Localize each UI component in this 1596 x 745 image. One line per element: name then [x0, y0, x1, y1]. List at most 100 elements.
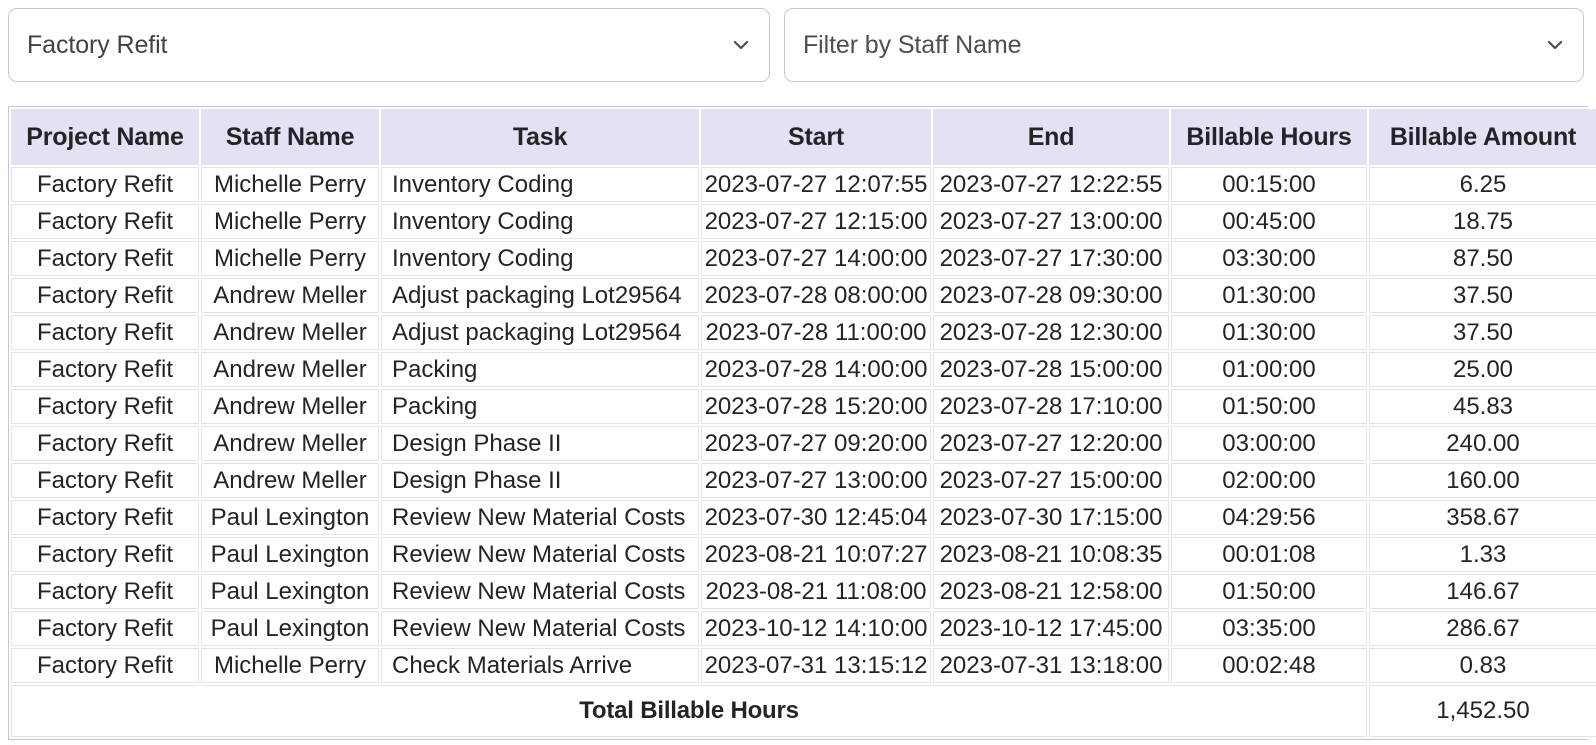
cell-billable-amount: 37.50 — [1369, 278, 1596, 313]
table-body: Factory Refit Michelle Perry Inventory Cod… — [11, 167, 1596, 683]
cell-start: 2023-07-28 15:20:00 — [701, 389, 931, 424]
column-header-start[interactable]: Start — [701, 109, 931, 165]
cell-task: Adjust packaging Lot29564 — [381, 315, 699, 350]
cell-task: Packing — [381, 389, 699, 424]
table-row[interactable]: Factory Refit Michelle Perry Inventory Cod… — [11, 241, 1596, 276]
cell-task: Check Materials Arrive — [381, 648, 699, 683]
column-header-billable-amount[interactable]: Billable Amount — [1369, 109, 1596, 165]
cell-start: 2023-07-28 14:00:00 — [701, 352, 931, 387]
staff-select-wrapper: Filter by Staff Name — [784, 8, 1584, 82]
column-header-end[interactable]: End — [933, 109, 1169, 165]
column-header-billable-hours[interactable]: Billable Hours — [1171, 109, 1367, 165]
cell-end: 2023-07-28 09:30:00 — [933, 278, 1169, 313]
cell-billable-hours: 01:00:00 — [1171, 352, 1367, 387]
cell-billable-amount: 45.83 — [1369, 389, 1596, 424]
table-row[interactable]: Factory Refit Andrew Meller Packing 2023-07… — [11, 389, 1596, 424]
staff-filter-select[interactable]: Filter by Staff Name — [784, 8, 1584, 82]
cell-task: Design Phase II — [381, 426, 699, 461]
table-header: Project Name Staff Name Task Start End B… — [11, 109, 1596, 165]
table-header-row: Project Name Staff Name Task Start End B… — [11, 109, 1596, 165]
cell-billable-amount: 358.67 — [1369, 500, 1596, 535]
cell-staff-name: Michelle Perry — [201, 167, 379, 202]
cell-task: Packing — [381, 352, 699, 387]
cell-end: 2023-07-27 12:22:55 — [933, 167, 1169, 202]
table-row[interactable]: Factory Refit Michelle Perry Inventory Cod… — [11, 204, 1596, 239]
cell-start: 2023-07-30 12:45:04 — [701, 500, 931, 535]
cell-billable-hours: 00:02:48 — [1171, 648, 1367, 683]
cell-project-name: Factory Refit — [11, 241, 199, 276]
cell-task: Inventory Coding — [381, 167, 699, 202]
cell-project-name: Factory Refit — [11, 500, 199, 535]
table-row[interactable]: Factory Refit Michelle Perry Inventory Cod… — [11, 167, 1596, 202]
cell-billable-hours: 00:45:00 — [1171, 204, 1367, 239]
table-row[interactable]: Factory Refit Andrew Meller Design Phase I… — [11, 463, 1596, 498]
table-footer: Total Billable Hours 1,452.50 — [11, 685, 1596, 737]
cell-task: Review New Material Costs — [381, 500, 699, 535]
cell-end: 2023-07-28 17:10:00 — [933, 389, 1169, 424]
project-filter-select[interactable]: Factory Refit — [8, 8, 770, 82]
table-row[interactable]: Factory Refit Andrew Meller Design Phase I… — [11, 426, 1596, 461]
cell-staff-name: Andrew Meller — [201, 278, 379, 313]
cell-staff-name: Paul Lexington — [201, 574, 379, 609]
cell-project-name: Factory Refit — [11, 537, 199, 572]
cell-billable-hours: 03:35:00 — [1171, 611, 1367, 646]
cell-task: Review New Material Costs — [381, 574, 699, 609]
cell-end: 2023-08-21 12:58:00 — [933, 574, 1169, 609]
cell-end: 2023-07-27 15:00:00 — [933, 463, 1169, 498]
cell-project-name: Factory Refit — [11, 389, 199, 424]
cell-billable-hours: 02:00:00 — [1171, 463, 1367, 498]
cell-billable-amount: 18.75 — [1369, 204, 1596, 239]
table-row[interactable]: Factory Refit Paul Lexington Review New Ma… — [11, 611, 1596, 646]
cell-project-name: Factory Refit — [11, 574, 199, 609]
cell-end: 2023-07-28 15:00:00 — [933, 352, 1169, 387]
table-row[interactable]: Factory Refit Andrew Meller Adjust packagi… — [11, 315, 1596, 350]
cell-end: 2023-07-28 12:30:00 — [933, 315, 1169, 350]
cell-project-name: Factory Refit — [11, 278, 199, 313]
cell-start: 2023-07-31 13:15:12 — [701, 648, 931, 683]
cell-billable-hours: 01:50:00 — [1171, 389, 1367, 424]
table-row[interactable]: Factory Refit Paul Lexington Review New Ma… — [11, 537, 1596, 572]
cell-task: Inventory Coding — [381, 241, 699, 276]
cell-billable-amount: 37.50 — [1369, 315, 1596, 350]
cell-billable-amount: 1.33 — [1369, 537, 1596, 572]
table-row[interactable]: Factory Refit Andrew Meller Packing 2023-07… — [11, 352, 1596, 387]
cell-end: 2023-07-27 17:30:00 — [933, 241, 1169, 276]
cell-start: 2023-07-28 08:00:00 — [701, 278, 931, 313]
filter-bar: Factory Refit Filter by Staff Name — [0, 0, 1596, 100]
table-footer-row: Total Billable Hours 1,452.50 — [11, 685, 1596, 737]
table-row[interactable]: Factory Refit Paul Lexington Review New Ma… — [11, 500, 1596, 535]
cell-staff-name: Andrew Meller — [201, 389, 379, 424]
cell-end: 2023-08-21 10:08:35 — [933, 537, 1169, 572]
column-header-project-name[interactable]: Project Name — [11, 109, 199, 165]
cell-start: 2023-07-27 09:20:00 — [701, 426, 931, 461]
cell-start: 2023-07-27 12:07:55 — [701, 167, 931, 202]
cell-staff-name: Andrew Meller — [201, 352, 379, 387]
table-row[interactable]: Factory Refit Paul Lexington Review New Ma… — [11, 574, 1596, 609]
cell-staff-name: Paul Lexington — [201, 500, 379, 535]
report-page: Factory Refit Filter by Staff Name Proje… — [0, 0, 1596, 745]
cell-billable-amount: 87.50 — [1369, 241, 1596, 276]
cell-end: 2023-10-12 17:45:00 — [933, 611, 1169, 646]
billable-report-table-container: Project Name Staff Name Task Start End B… — [8, 106, 1596, 740]
cell-staff-name: Paul Lexington — [201, 537, 379, 572]
cell-project-name: Factory Refit — [11, 204, 199, 239]
cell-project-name: Factory Refit — [11, 426, 199, 461]
cell-billable-hours: 01:30:00 — [1171, 315, 1367, 350]
table-row[interactable]: Factory Refit Michelle Perry Check Materia… — [11, 648, 1596, 683]
cell-end: 2023-07-31 13:18:00 — [933, 648, 1169, 683]
total-billable-hours-label: Total Billable Hours — [11, 685, 1367, 737]
cell-staff-name: Andrew Meller — [201, 463, 379, 498]
cell-start: 2023-08-21 10:07:27 — [701, 537, 931, 572]
cell-project-name: Factory Refit — [11, 315, 199, 350]
cell-project-name: Factory Refit — [11, 352, 199, 387]
cell-project-name: Factory Refit — [11, 648, 199, 683]
total-billable-hours-value: 1,452.50 — [1369, 685, 1596, 737]
column-header-staff-name[interactable]: Staff Name — [201, 109, 379, 165]
cell-billable-hours: 01:30:00 — [1171, 278, 1367, 313]
cell-start: 2023-07-27 13:00:00 — [701, 463, 931, 498]
cell-project-name: Factory Refit — [11, 463, 199, 498]
table-row[interactable]: Factory Refit Andrew Meller Adjust packagi… — [11, 278, 1596, 313]
cell-task: Review New Material Costs — [381, 537, 699, 572]
cell-billable-hours: 03:00:00 — [1171, 426, 1367, 461]
column-header-task[interactable]: Task — [381, 109, 699, 165]
